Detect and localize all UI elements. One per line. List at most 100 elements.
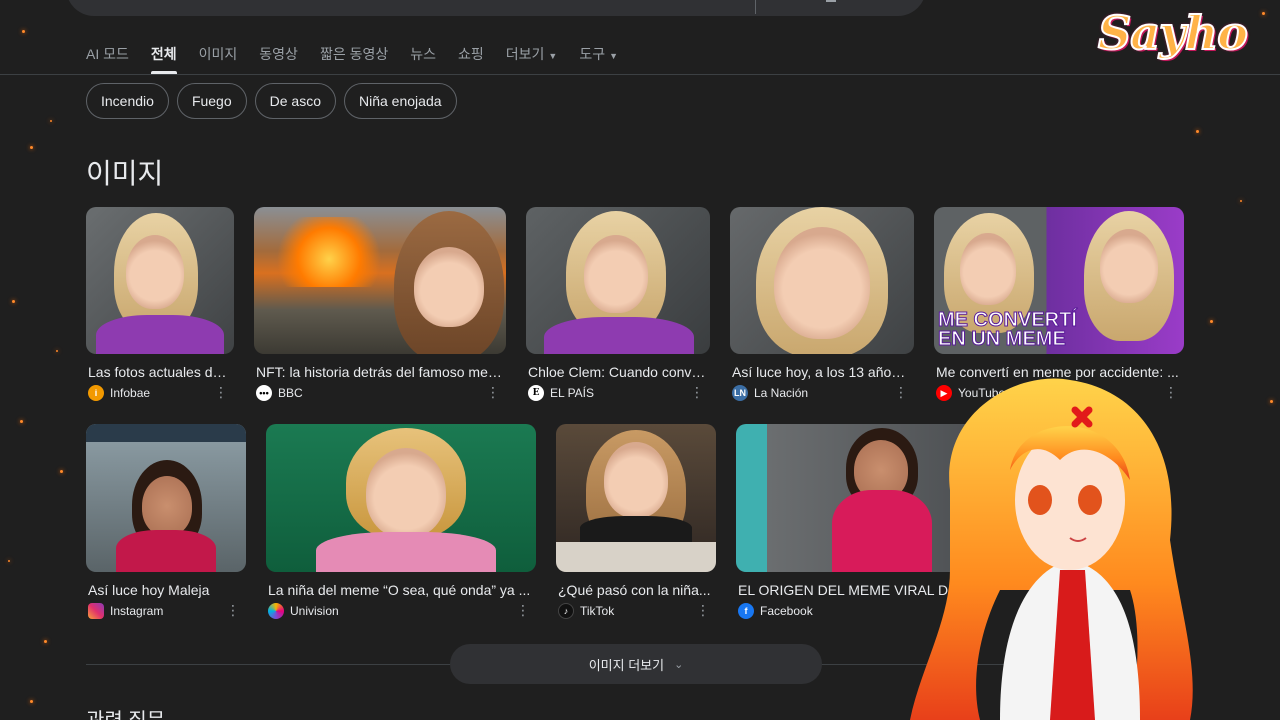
ember-particle [22,30,25,33]
image-title[interactable]: Chloe Clem: Cuando conviertes... [526,364,706,380]
image-source[interactable]: ♪ TikTok [556,603,716,619]
ember-particle [44,640,47,643]
tab-label: 동영상 [259,46,298,62]
search-bar[interactable] [66,0,926,16]
tab-label: AI 모드 [86,46,129,62]
image-source[interactable]: LN La Nación [730,385,914,401]
infobae-icon: i [88,385,104,401]
image-thumbnail[interactable] [86,424,246,572]
tab-label: 전체 [150,46,177,62]
image-thumbnail[interactable] [86,207,234,354]
image-thumbnail[interactable] [556,424,716,572]
image-result[interactable]: Así luce hoy, a los 13 años, la... LN La… [730,207,914,401]
tab-more[interactable]: 더보기 ▼ [506,44,558,74]
image-result[interactable]: Chloe Clem: Cuando conviertes... E EL PA… [526,207,710,401]
tab-label: 더보기 [505,46,545,62]
source-name: La Nación [754,386,809,400]
logo-wordmark: Sayho [1097,5,1249,61]
ember-particle [30,146,33,149]
ember-particle [1210,320,1213,323]
tab-short-videos[interactable]: 짧은 동영상 [320,44,388,74]
source-name: Facebook [760,604,813,618]
images-section-title: 이미지 [86,158,164,189]
search-bar-divider [755,0,756,14]
chip-fuego[interactable]: Fuego [176,83,247,119]
image-source[interactable]: Instagram [86,603,246,619]
image-title[interactable]: La niña del meme “O sea, qué onda” ya ..… [266,582,532,598]
more-options-icon[interactable]: ⋮ [690,384,704,401]
ember-particle [30,700,33,703]
chip-incendio[interactable]: Incendio [86,83,169,119]
image-result[interactable]: Así luce hoy Maleja Instagram ⋮ [86,424,246,619]
image-title[interactable]: Así luce hoy Maleja [86,582,242,598]
image-thumbnail[interactable] [266,424,536,572]
tab-tools[interactable]: 도구 ▼ [579,44,618,74]
channel-logo: Sayho [1097,5,1258,76]
tab-shopping[interactable]: 쇼핑 [458,44,484,74]
image-title[interactable]: ¿Qué pasó con la niña... [556,582,712,598]
tab-news[interactable]: 뉴스 [410,44,436,74]
tab-label: 도구 [579,46,606,62]
tab-label: 이미지 [198,46,238,62]
tabs-divider [0,74,1280,75]
image-source[interactable]: i Infobae [86,385,234,401]
image-thumbnail[interactable] [730,207,914,354]
image-source[interactable]: Univision [266,603,536,619]
related-questions-title: 관련 질문 [86,704,165,720]
image-source[interactable]: E EL PAÍS [526,385,710,401]
image-source[interactable]: ••• BBC [254,385,506,401]
more-options-icon[interactable]: ⋮ [214,384,228,401]
source-name: BBC [278,386,303,400]
ember-particle [1196,130,1199,133]
image-title[interactable]: Así luce hoy, a los 13 años, la... [730,364,910,380]
source-name: TikTok [580,604,615,618]
source-name: Infobae [110,386,151,400]
ember-particle [60,470,63,473]
more-options-icon[interactable]: ⋮ [486,384,500,401]
tab-label: 뉴스 [410,46,436,62]
thumbnail-overlay-text: ME CONVERTÍ EN UN MEME [938,309,1078,350]
tab-ai-mode[interactable]: AI 모드 [86,44,129,74]
image-title[interactable]: Las fotos actuales de Chloe... [86,364,230,380]
more-options-icon[interactable]: ⋮ [696,602,710,619]
search-tabs: AI 모드 전체 이미지 동영상 짧은 동영상 뉴스 쇼핑 더보기 ▼ 도구 ▼ [86,44,640,74]
bbc-icon: ••• [256,385,272,401]
more-images-label: 이미지 더보기 [588,657,665,673]
tab-videos[interactable]: 동영상 [259,44,298,74]
ember-particle [1270,400,1273,403]
more-options-icon[interactable]: ⋮ [516,602,530,619]
ember-particle [12,300,15,303]
chip-de-asco[interactable]: De asco [254,83,336,119]
more-images-button[interactable]: 이미지 더보기 ⌄ [450,644,822,684]
image-title[interactable]: NFT: la historia detrás del famoso meme.… [254,364,502,380]
image-result[interactable]: ¿Qué pasó con la niña... ♪ TikTok ⋮ [556,424,716,619]
image-thumbnail[interactable] [254,207,506,354]
search-tools-icon[interactable] [826,0,836,2]
image-thumbnail[interactable]: ME CONVERTÍ EN UN MEME [934,207,1184,354]
vtuber-avatar [910,378,1193,720]
source-name: Univision [290,604,339,618]
source-name: Instagram [110,604,164,618]
image-result[interactable]: NFT: la historia detrás del famoso meme.… [254,207,506,401]
more-options-icon[interactable]: ⋮ [226,602,240,619]
ember-particle [1240,200,1242,202]
refinement-chips: Incendio Fuego De asco Niña enojada [86,83,457,119]
chevron-down-icon: ⌄ [674,658,684,671]
caret-down-icon: ▼ [609,51,619,61]
tab-all[interactable]: 전체 [150,44,177,74]
image-thumbnail[interactable] [526,207,710,354]
instagram-icon [88,603,104,619]
ember-particle [20,420,23,423]
chip-nina-enojada[interactable]: Niña enojada [344,83,457,119]
la-nacion-icon: LN [732,385,748,401]
facebook-icon: f [738,603,754,619]
ember-particle [56,350,58,352]
tab-label: 짧은 동영상 [319,46,389,62]
tiktok-icon: ♪ [558,603,574,619]
more-options-icon[interactable]: ⋮ [894,384,908,401]
el-pais-icon: E [528,385,544,401]
image-result[interactable]: Las fotos actuales de Chloe... i Infobae… [86,207,234,401]
tab-images[interactable]: 이미지 [199,44,238,74]
image-result[interactable]: La niña del meme “O sea, qué onda” ya ..… [266,424,536,619]
source-name: EL PAÍS [550,386,595,400]
